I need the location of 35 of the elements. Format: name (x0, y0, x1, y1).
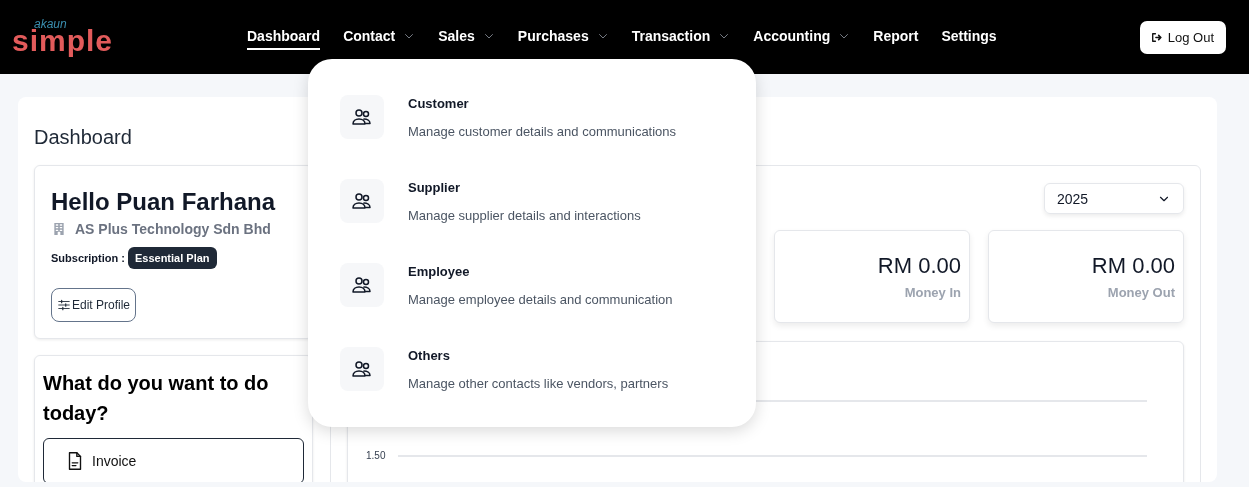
logo-tagline: akaun (34, 18, 67, 30)
exit-icon (1149, 30, 1163, 44)
menu-item-title[interactable]: Customer (408, 96, 677, 111)
menu-item-title[interactable]: Others (408, 348, 669, 363)
company-name: AS Plus Technology Sdn Bhd (75, 221, 271, 237)
nav-item[interactable]: Contact (343, 24, 416, 50)
nav-item[interactable]: Transaction (631, 24, 731, 50)
quick-actions-title: What do you want to do today? (43, 371, 270, 426)
page-title: Dashboard (34, 126, 132, 149)
menu-item-title[interactable]: Employee (408, 264, 673, 279)
menu-item-description: Manage supplier details and interactions (408, 208, 641, 223)
stat-amount: RM 0.00 (877, 253, 961, 279)
nav-item[interactable]: Dashboard (247, 24, 321, 50)
nav-item[interactable]: Sales (438, 24, 495, 50)
stat-label: Money Out (1107, 285, 1175, 300)
nav-item[interactable]: Settings (941, 24, 997, 50)
sliders-icon (57, 298, 71, 312)
axis-tick-label: 1.50 (366, 450, 386, 461)
year-select[interactable]: 2025 (1044, 183, 1184, 214)
menu-item-title[interactable]: Supplier (408, 180, 641, 195)
plan-badge: Essential Plan (127, 247, 217, 269)
nav-item[interactable]: Accounting (753, 24, 851, 50)
menu-item-description: Manage customer details and communications (408, 124, 677, 139)
stat-label: Money In (904, 285, 961, 300)
menu-item-description: Manage other contacts like vendors, partners (408, 376, 669, 391)
subscription-label: Subscription : (51, 252, 125, 264)
logout-button[interactable]: Log Out (1139, 20, 1226, 54)
nav-item[interactable]: Purchases (517, 24, 609, 50)
menu-item-description: Manage employee details and communication (408, 292, 673, 307)
edit-profile-button[interactable]: Edit Profile (51, 288, 137, 322)
nav-item[interactable]: Report (873, 24, 919, 50)
building-icon (51, 220, 67, 238)
stat-amount: RM 0.00 (1091, 253, 1175, 279)
greeting: Hello Puan Farhana (51, 188, 277, 216)
invoice-button[interactable]: Invoice (43, 438, 304, 482)
